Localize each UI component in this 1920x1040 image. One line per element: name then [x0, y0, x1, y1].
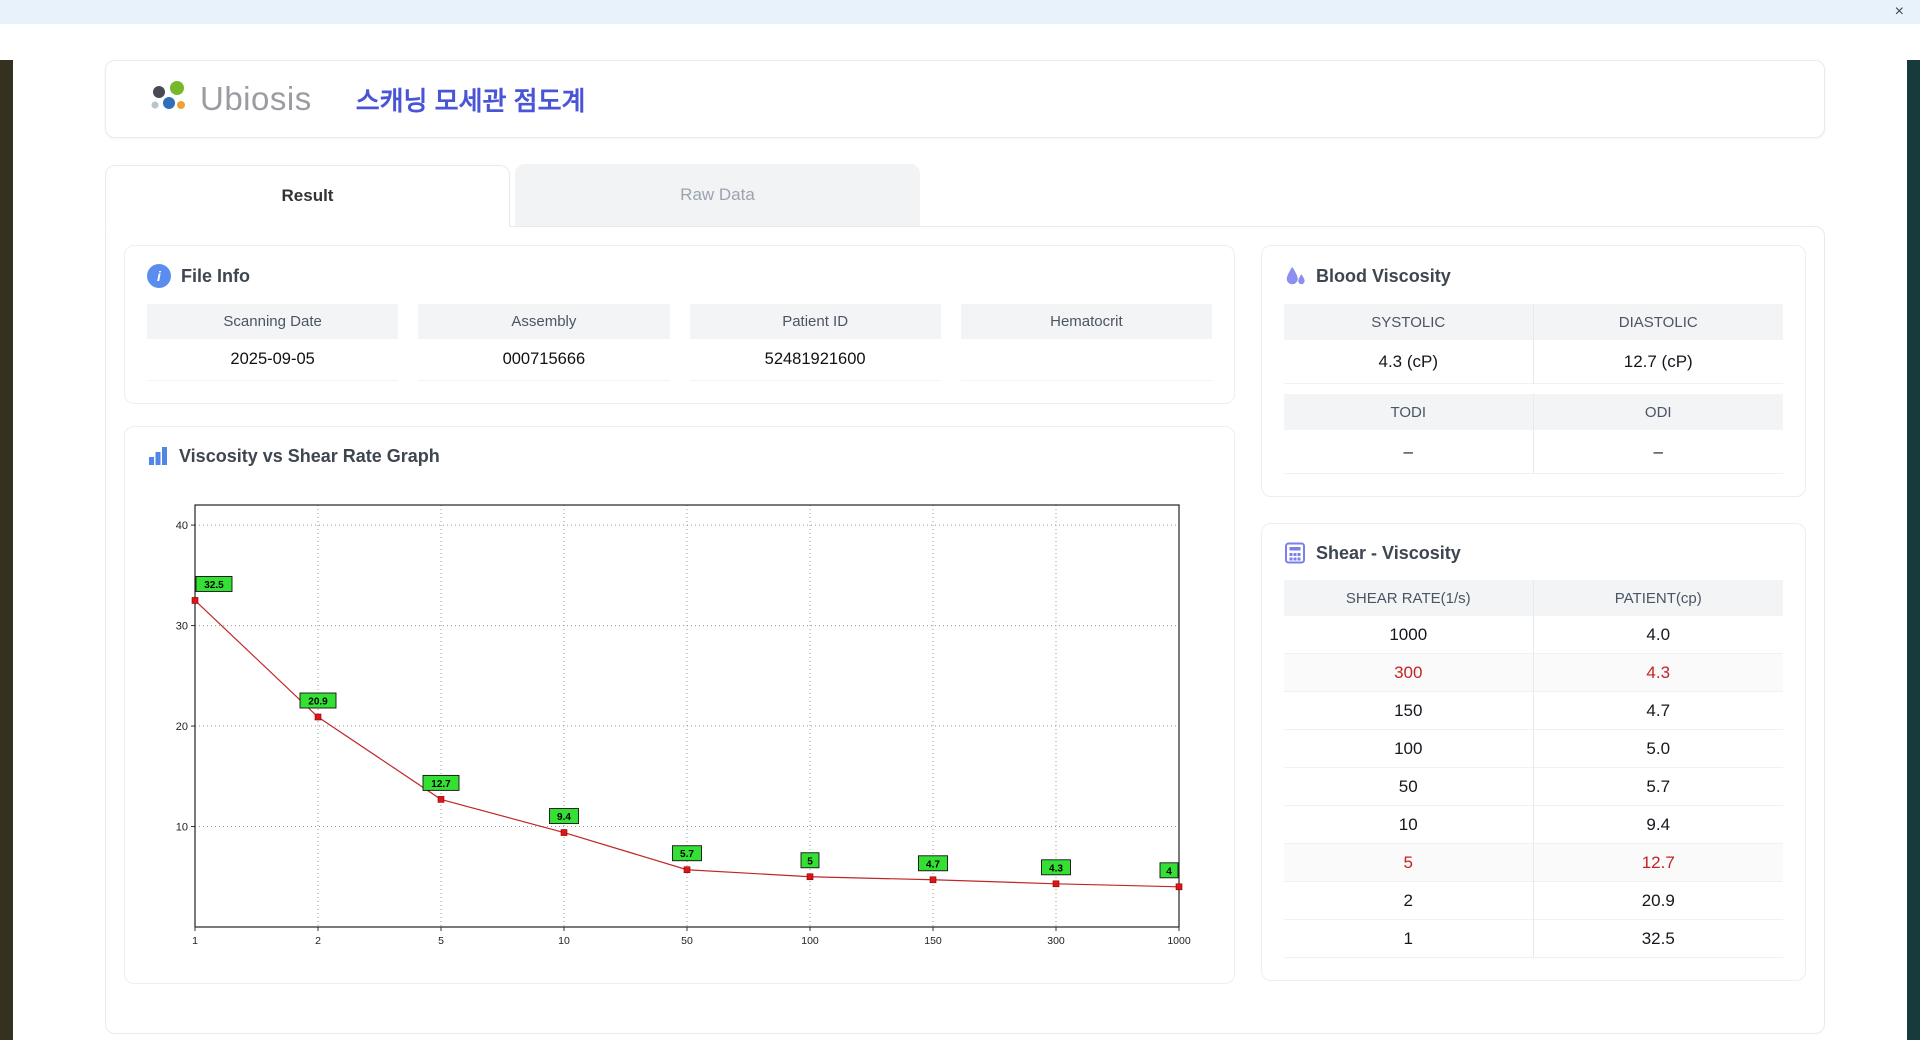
table-row: 1 32.5	[1284, 920, 1783, 958]
svg-text:4.7: 4.7	[926, 859, 940, 870]
bv-header-row-2: TODI ODI	[1284, 394, 1783, 430]
droplet-icon	[1286, 266, 1305, 285]
info-icon: i	[147, 264, 171, 288]
svg-text:20.9: 20.9	[308, 697, 328, 708]
svg-text:4: 4	[1166, 866, 1172, 877]
blood-viscosity-card: Blood Viscosity SYSTOLIC DIASTOLIC 4.3 (…	[1261, 245, 1806, 497]
table-row: 2 20.9	[1284, 882, 1783, 920]
bv-value-row-1: 4.3 (cP) 12.7 (cP)	[1284, 340, 1783, 384]
table-row: 150 4.7	[1284, 692, 1783, 730]
app-header: Ubiosis 스캐닝 모세관 점도계	[105, 60, 1825, 138]
svg-text:150: 150	[924, 935, 942, 947]
svg-text:20: 20	[176, 721, 188, 733]
page-title: 스캐닝 모세관 점도계	[355, 85, 586, 116]
svg-text:32.5: 32.5	[204, 580, 224, 591]
svg-text:1: 1	[192, 935, 198, 947]
app-window: Ubiosis 스캐닝 모세관 점도계 Result Raw Data i Fi…	[13, 60, 1907, 1040]
graph-title: Viscosity vs Shear Rate Graph	[179, 445, 440, 466]
ubiosis-logo-icon	[151, 81, 185, 109]
desktop-background: Ubiosis 스캐닝 모세관 점도계 Result Raw Data i Fi…	[0, 60, 1920, 1040]
title-bar: ×	[0, 0, 1920, 24]
blood-viscosity-title: Blood Viscosity	[1316, 265, 1451, 286]
svg-text:5: 5	[438, 935, 444, 947]
odi-value: –	[1533, 430, 1783, 474]
field-scanning-date: Scanning Date 2025-09-05	[147, 304, 399, 381]
file-info-title: File Info	[181, 265, 250, 286]
bv-header-row-1: SYSTOLIC DIASTOLIC	[1284, 304, 1783, 340]
svg-text:2: 2	[315, 935, 321, 947]
svg-text:4.3: 4.3	[1049, 863, 1063, 874]
svg-text:10: 10	[558, 935, 570, 947]
table-row: 100 5.0	[1284, 730, 1783, 768]
table-row: 1000 4.0	[1284, 616, 1783, 654]
result-panel: i File Info Scanning Date 2025-09-05 Ass…	[105, 226, 1825, 1034]
tab-bar: Result Raw Data	[105, 164, 1825, 227]
systolic-value: 4.3 (cP)	[1284, 340, 1534, 384]
table-row: 50 5.7	[1284, 768, 1783, 806]
file-info-card: i File Info Scanning Date 2025-09-05 Ass…	[124, 245, 1235, 404]
table-row: 5 12.7	[1284, 844, 1783, 882]
shear-viscosity-title: Shear - Viscosity	[1316, 542, 1461, 563]
svg-text:12.7: 12.7	[431, 779, 451, 790]
shear-viscosity-card: Shear - Viscosity SHEAR RATE(1/s) PATIEN…	[1261, 523, 1806, 981]
table-row: 300 4.3	[1284, 654, 1783, 692]
field-patient-id: Patient ID 52481921600	[689, 304, 941, 381]
svg-text:100: 100	[801, 935, 819, 947]
svg-text:30: 30	[176, 621, 188, 633]
field-assembly: Assembly 000715666	[418, 304, 670, 381]
close-button[interactable]: ×	[1889, 2, 1910, 22]
ubiosis-logo: Ubiosis	[146, 78, 312, 120]
svg-text:40: 40	[176, 520, 188, 532]
svg-text:300: 300	[1047, 935, 1065, 947]
file-info-fields: Scanning Date 2025-09-05 Assembly 000715…	[147, 304, 1212, 381]
viscosity-graph-card: Viscosity vs Shear Rate Graph 10 20 30 40 1 2…	[124, 426, 1235, 984]
todi-value: –	[1284, 430, 1534, 474]
svg-text:1000: 1000	[1167, 935, 1191, 947]
left-column: i File Info Scanning Date 2025-09-05 Ass…	[124, 245, 1235, 1015]
svg-text:50: 50	[681, 935, 693, 947]
diastolic-value: 12.7 (cP)	[1533, 340, 1783, 384]
table-row: 10 9.4	[1284, 806, 1783, 844]
svg-text:10: 10	[176, 822, 188, 834]
field-hematocrit: Hematocrit	[960, 304, 1212, 381]
viscosity-chart: 10 20 30 40 1 2 5 10 50 100 150 300 1000 32.5 20.9 12.7…	[147, 483, 1212, 961]
calculator-icon	[1285, 542, 1305, 564]
svg-text:9.4: 9.4	[557, 812, 571, 823]
tab-result[interactable]: Result	[105, 165, 510, 227]
sv-table-header: SHEAR RATE(1/s) PATIENT(cp)	[1284, 580, 1783, 616]
right-column: Blood Viscosity SYSTOLIC DIASTOLIC 4.3 (…	[1261, 245, 1806, 1015]
svg-text:5.7: 5.7	[680, 849, 694, 860]
bv-value-row-2: – –	[1284, 430, 1783, 474]
tab-raw-data[interactable]: Raw Data	[515, 164, 920, 226]
svg-text:5: 5	[807, 856, 813, 867]
bar-chart-icon	[149, 447, 167, 465]
ubiosis-logo-text: Ubiosis	[200, 80, 312, 117]
